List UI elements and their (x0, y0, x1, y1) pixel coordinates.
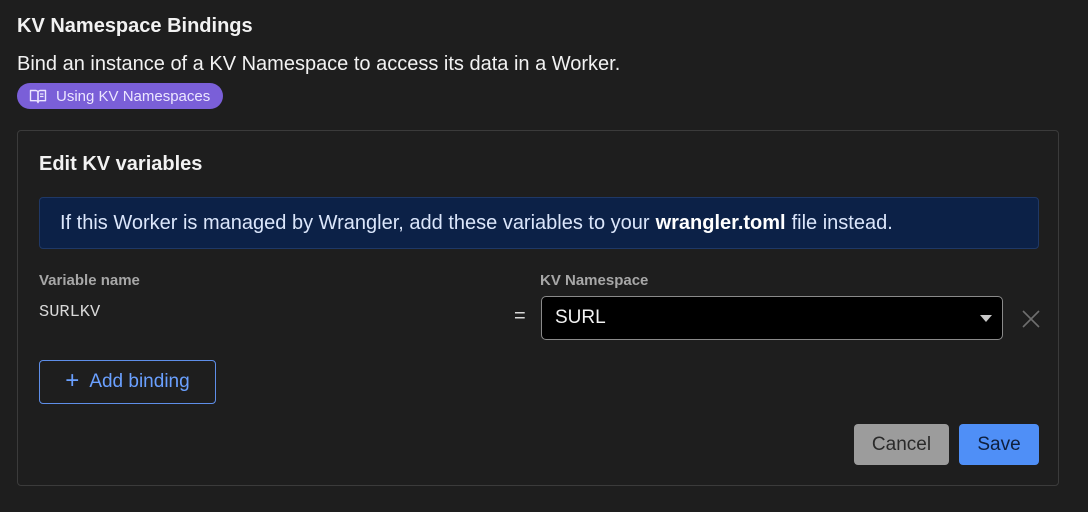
cancel-button[interactable]: Cancel (854, 424, 949, 465)
docs-link-badge[interactable]: Using KV Namespaces (17, 83, 224, 109)
kv-namespace-column-label: KV Namespace (540, 272, 649, 289)
banner-text-before: If this Worker is managed by Wrangler, a… (60, 211, 650, 234)
save-button[interactable]: Save (959, 424, 1039, 465)
remove-binding-button[interactable] (1020, 308, 1042, 330)
kv-namespace-select[interactable]: SURL (541, 296, 1003, 340)
equals-sign: = (514, 305, 526, 327)
plus-icon: + (65, 367, 80, 394)
banner-filename: wrangler.toml (655, 211, 786, 234)
add-binding-label: Add binding (89, 371, 190, 392)
binding-variable-name[interactable]: SURLKV (39, 303, 100, 322)
edit-kv-panel: Edit KV variables If this Worker is mana… (17, 130, 1059, 486)
panel-title: Edit KV variables (39, 153, 203, 175)
wrangler-info-banner: If this Worker is managed by Wrangler, a… (39, 197, 1039, 249)
section-title: KV Namespace Bindings (17, 15, 253, 37)
close-icon (1022, 310, 1040, 328)
kv-namespace-selected-value: SURL (555, 307, 606, 328)
variable-name-column-label: Variable name (39, 272, 140, 289)
section-description: Bind an instance of a KV Namespace to ac… (17, 53, 621, 75)
add-binding-button[interactable]: + Add binding (39, 360, 216, 404)
kv-bindings-page: KV Namespace Bindings Bind an instance o… (0, 0, 1088, 512)
chevron-down-icon (980, 315, 992, 322)
docs-link-label: Using KV Namespaces (56, 87, 211, 105)
book-icon (29, 89, 47, 104)
banner-text-after: file instead. (791, 211, 893, 234)
